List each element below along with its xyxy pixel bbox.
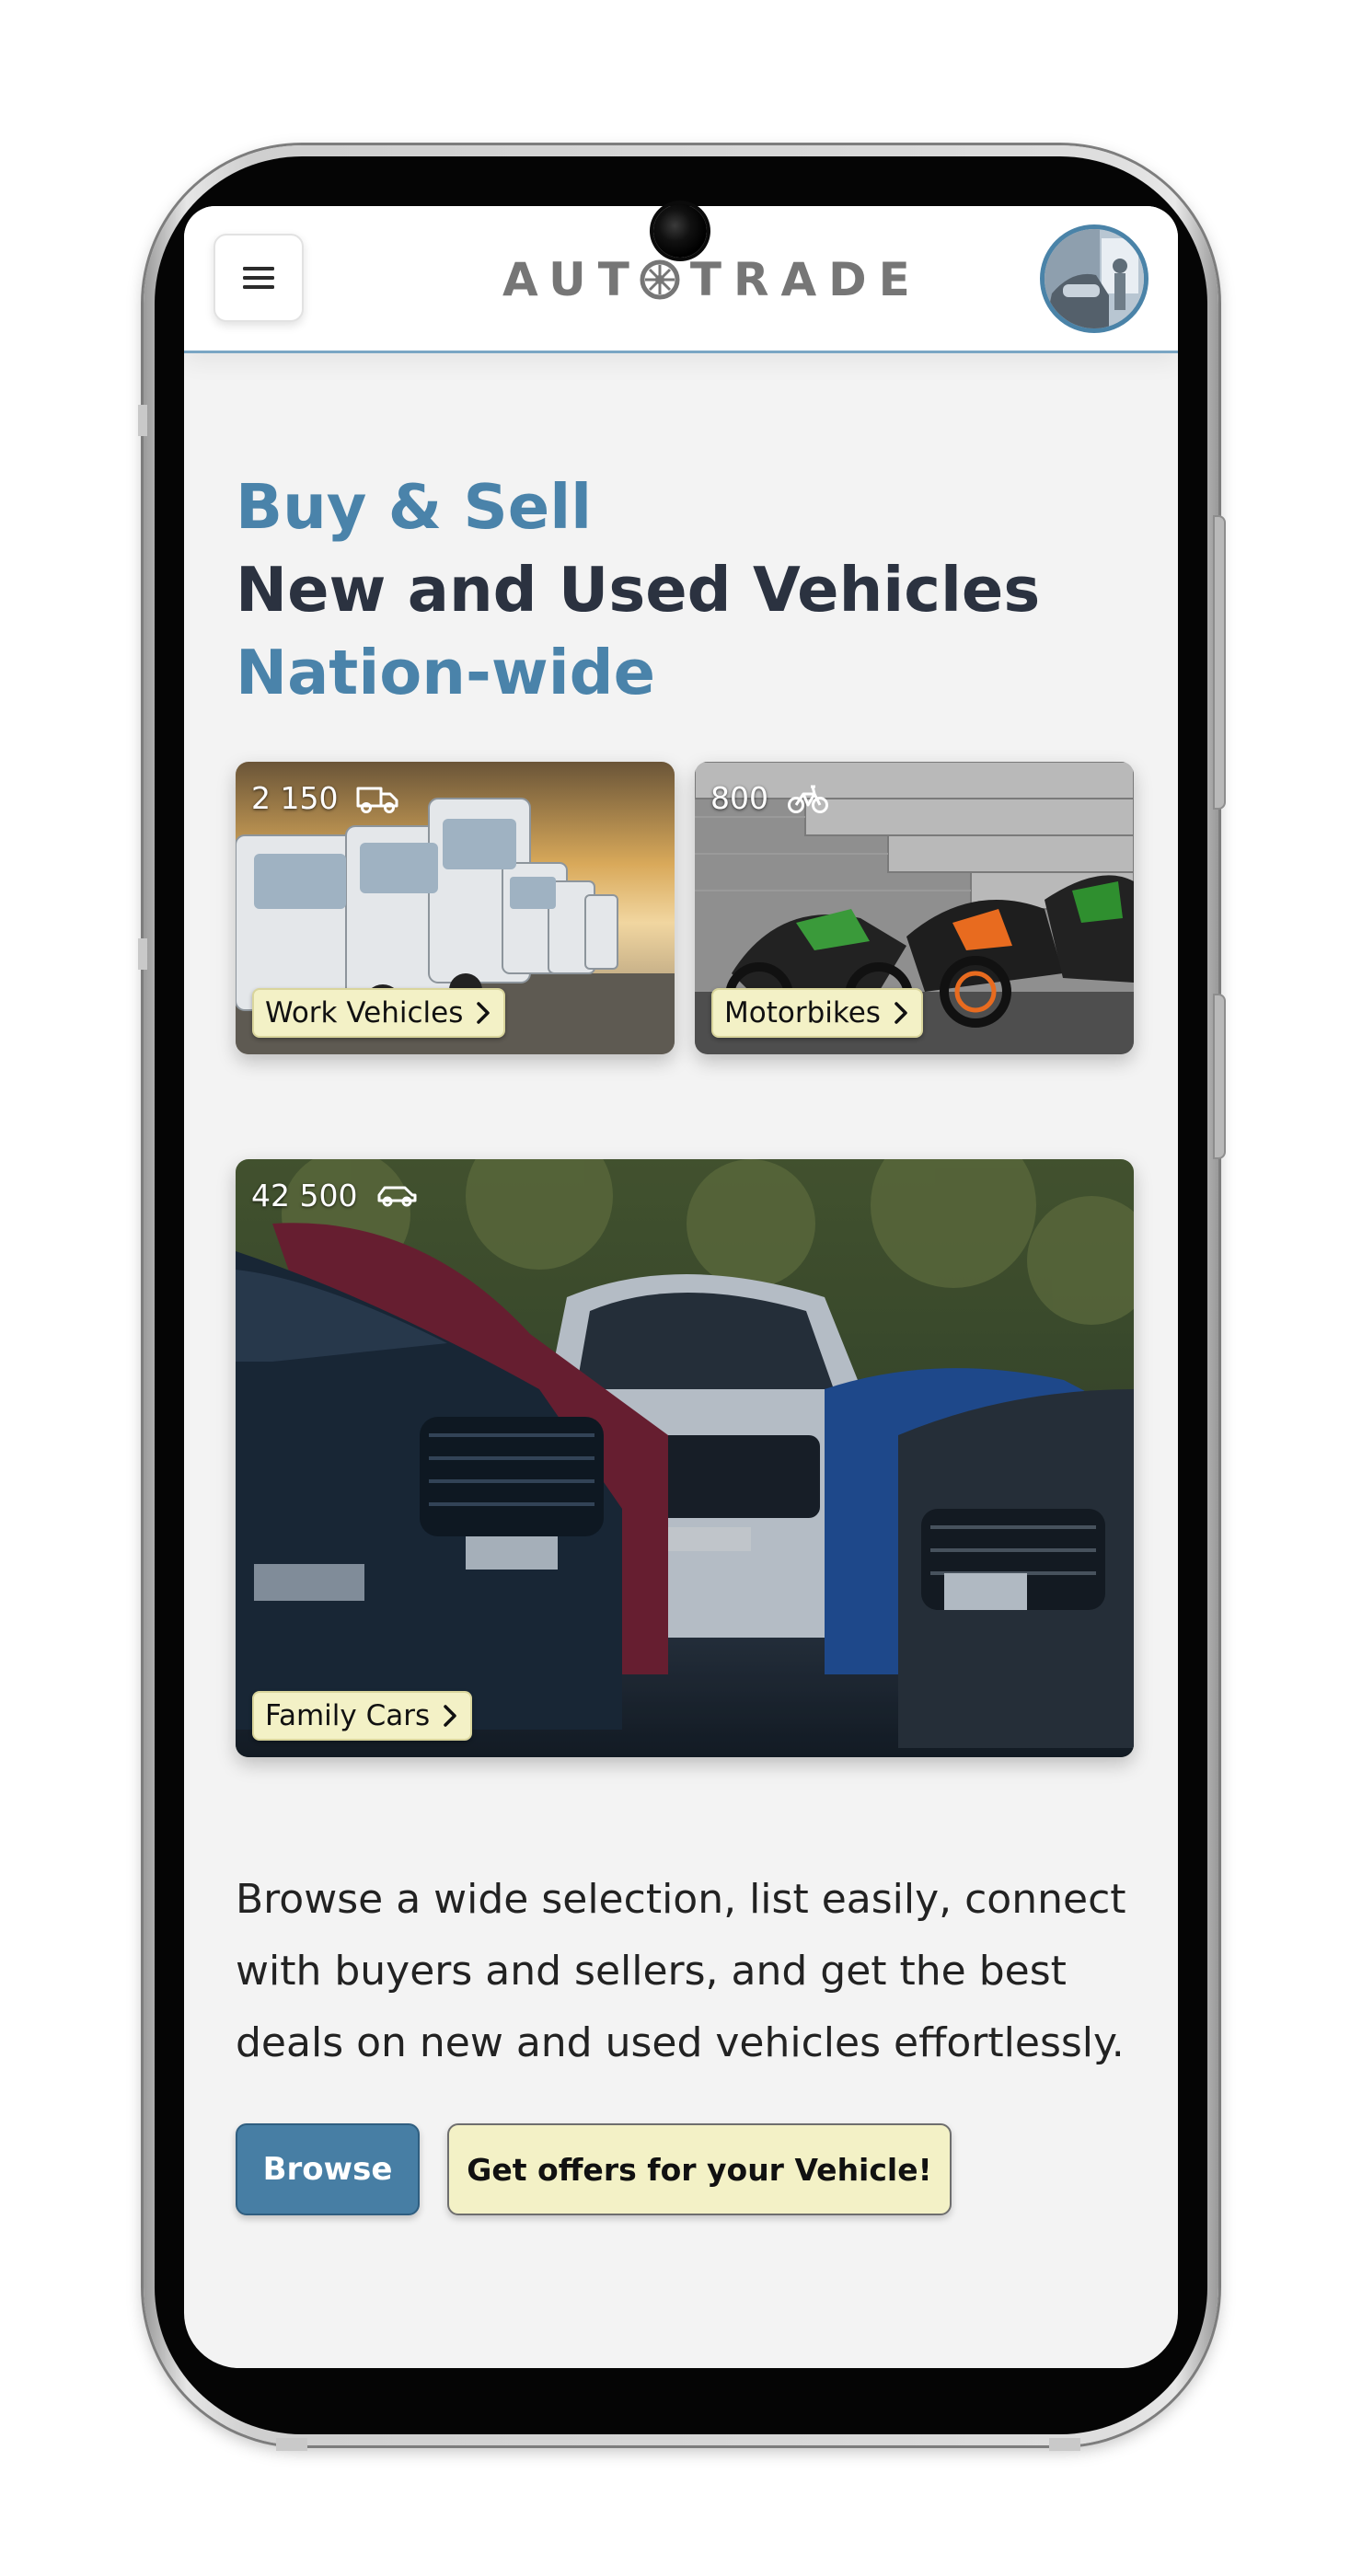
- wheel-icon: [640, 259, 680, 300]
- frame-band: [1049, 2438, 1080, 2451]
- motorbikes-count: 800: [710, 780, 829, 816]
- front-camera: [653, 204, 707, 258]
- brand-logo[interactable]: AUT TRADE: [502, 252, 922, 307]
- frame-band: [138, 405, 147, 436]
- motorbikes-link[interactable]: Motorbikes: [711, 988, 923, 1038]
- frame-band: [138, 938, 147, 970]
- logo-text-right: TRADE: [689, 253, 922, 306]
- volume-button: [1213, 994, 1226, 1159]
- truck-icon: [356, 787, 398, 813]
- hero-line-2: New and Used Vehicles: [236, 554, 1041, 626]
- work-vehicles-count: 2 150: [251, 780, 398, 816]
- hero-heading: Buy & Sell New and Used Vehicles Nation-…: [236, 466, 1137, 714]
- user-avatar[interactable]: [1040, 224, 1148, 333]
- family-cars-photo: [236, 1159, 1134, 1757]
- family-cars-link[interactable]: Family Cars: [252, 1691, 473, 1741]
- hero-line-3: Nation-wide: [236, 637, 656, 708]
- chevron-right-icon: [477, 1002, 491, 1024]
- avatar-photo: [1045, 229, 1144, 328]
- frame-band: [276, 2438, 307, 2451]
- chevron-right-icon: [895, 1002, 907, 1024]
- app-screen: AUT TRADE Buy & Sell New and Used Vehicl…: [184, 206, 1178, 2368]
- category-card-family-cars[interactable]: 42 500 Family Cars: [236, 1159, 1134, 1757]
- hero-line-1: Buy & Sell: [236, 471, 593, 543]
- browse-button[interactable]: Browse: [236, 2123, 420, 2215]
- work-vehicles-link[interactable]: Work Vehicles: [252, 988, 506, 1038]
- hamburger-icon: [243, 267, 274, 289]
- intro-description: Browse a wide selection, list easily, co…: [236, 1876, 1126, 2066]
- get-offers-button[interactable]: Get offers for your Vehicle!: [447, 2123, 952, 2215]
- chevron-right-icon: [444, 1705, 456, 1727]
- bicycle-icon: [788, 785, 828, 813]
- logo-text-left: AUT: [502, 253, 641, 306]
- family-cars-count: 42 500: [251, 1178, 418, 1213]
- power-button: [1213, 515, 1226, 810]
- category-card-work-vehicles[interactable]: 2 150 Work Vehicles: [236, 762, 675, 1054]
- car-icon: [377, 1186, 417, 1206]
- category-card-motorbikes[interactable]: 800 Motorbikes: [695, 762, 1134, 1054]
- menu-button[interactable]: [214, 234, 304, 322]
